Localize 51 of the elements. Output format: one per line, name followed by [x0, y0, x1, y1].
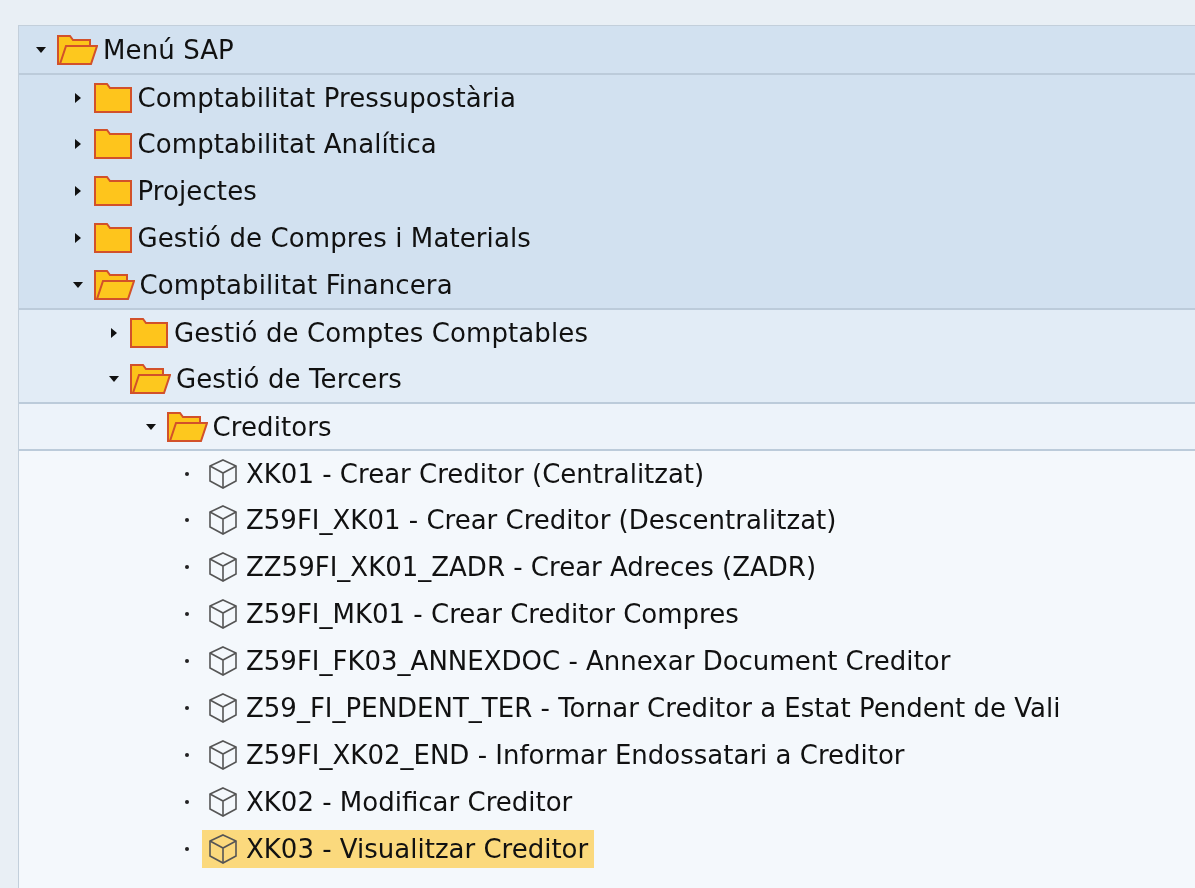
expand-caret-icon[interactable] — [110, 326, 118, 339]
cube-icon — [206, 784, 240, 819]
expand-caret-icon[interactable] — [73, 184, 82, 197]
folder-icon — [92, 174, 133, 207]
bullet-icon — [185, 471, 189, 476]
folder-icon — [129, 316, 169, 349]
open-folder-icon — [56, 33, 98, 66]
transaction-item[interactable]: Z59FI_XK01 - Crear Creditor (Descentralitzat) — [202, 500, 843, 539]
open-folder-icon — [165, 410, 208, 443]
bullet-icon — [185, 564, 189, 569]
open-folder-icon — [129, 362, 171, 395]
expand-caret-icon[interactable] — [73, 91, 82, 104]
transaction-item[interactable]: Z59FI_XK02_END - Informar Endossatari a Creditor — [202, 735, 911, 774]
expand-caret-icon[interactable] — [73, 231, 82, 244]
collapse-caret-icon[interactable] — [71, 280, 84, 289]
collapse-caret-icon[interactable] — [35, 45, 47, 54]
bullet-icon — [185, 611, 189, 616]
cube-icon — [206, 502, 240, 537]
cube-icon — [206, 456, 240, 491]
transaction-item[interactable]: XK01 - Crear Creditor (Centralitzat) — [202, 454, 711, 493]
cube-icon — [206, 596, 240, 631]
folder-icon — [92, 127, 133, 160]
bullet-icon — [185, 846, 189, 851]
folder-label[interactable]: Comptabilitat Financera — [139, 269, 453, 300]
open-folder-icon — [92, 268, 135, 301]
bullet-icon — [185, 658, 189, 663]
bullet-icon — [185, 705, 189, 710]
cube-icon — [206, 737, 240, 772]
folder-label[interactable]: Menú SAP — [103, 34, 234, 65]
folder-label[interactable]: Projectes — [137, 175, 257, 206]
selected-transaction-item[interactable]: XK03 - Visualitzar Creditor — [202, 829, 595, 868]
cube-icon — [206, 690, 240, 725]
bullet-icon — [185, 799, 189, 804]
folder-label[interactable]: Comptabilitat Analítica — [137, 128, 437, 159]
transaction-item[interactable]: Z59_FI_PENDENT_TER - Tornar Creditor a Estat Pendent de Vali — [202, 688, 1067, 727]
transaction-item[interactable]: Z59FI_MK01 - Crear Creditor Compres — [202, 594, 745, 633]
transaction-item[interactable]: Z59FI_FK03_ANNEXDOC - Annexar Document Creditor — [202, 641, 957, 680]
folder-label[interactable]: Creditors — [212, 411, 332, 442]
collapse-caret-icon[interactable] — [108, 374, 120, 383]
bullet-icon — [185, 517, 189, 522]
cube-icon — [206, 643, 240, 678]
collapse-caret-icon[interactable] — [144, 422, 157, 431]
transaction-item[interactable]: ZZ59FI_XK01_ZADR - Crear Adreces (ZADR) — [202, 547, 823, 586]
expand-caret-icon[interactable] — [73, 137, 82, 150]
cube-icon — [206, 831, 240, 866]
bullet-icon — [185, 752, 189, 757]
folder-icon — [92, 81, 133, 114]
cube-icon — [206, 549, 240, 584]
transaction-item[interactable]: XK02 - Modificar Creditor — [202, 782, 579, 821]
folder-icon — [92, 221, 133, 254]
folder-label[interactable]: Gestió de Tercers — [176, 363, 402, 394]
